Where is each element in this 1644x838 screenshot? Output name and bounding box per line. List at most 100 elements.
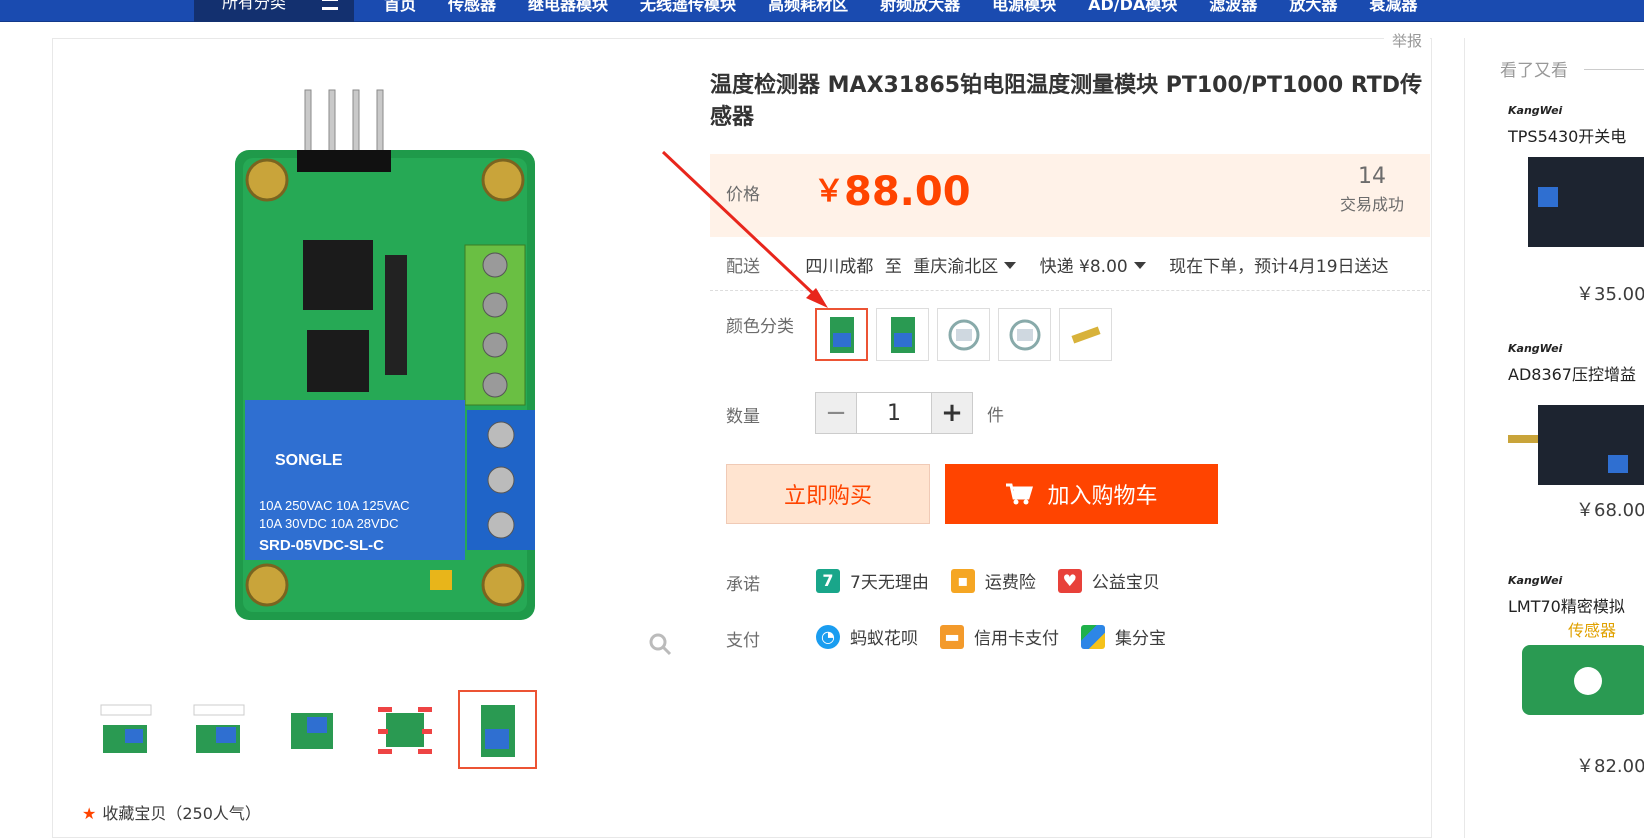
promise-label-2: 运费险 <box>984 573 1036 593</box>
price-amount: 88.00 <box>844 169 971 215</box>
menu-icon <box>322 0 338 10</box>
price-label: 价格 <box>726 185 760 205</box>
sales-count: 14 交易成功 <box>1340 164 1404 215</box>
report-link[interactable]: 举报 <box>1384 30 1431 51</box>
quantity-stepper: − + 件 <box>815 392 1004 434</box>
nav-item-wireless[interactable]: 无线遥传模块 <box>640 0 736 16</box>
thumbnail-5-selected[interactable] <box>458 690 537 769</box>
recommend-name-text: AD8367压控增益 <box>1508 365 1636 384</box>
heart-icon: ♥ <box>1057 568 1082 593</box>
product-title: 温度检测器 MAX31865铂电阻温度测量模块 PT100/PT1000 RTD… <box>710 73 1423 130</box>
svg-text:SRD-05VDC-SL-C: SRD-05VDC-SL-C <box>259 537 384 554</box>
divider <box>710 290 1430 291</box>
color-option-1-selected[interactable] <box>815 308 868 361</box>
sold-label: 交易成功 <box>1339 195 1404 214</box>
nav-item-amplifier[interactable]: 放大器 <box>1289 0 1337 16</box>
recommend-name: LMT70精密模拟 <box>1508 593 1644 617</box>
nav-links: 首页 传感器 继电器模块 无线遥传模块 高频耗材区 射频放大器 电源模块 AD/… <box>384 0 1417 16</box>
payment-label-2: 信用卡支付 <box>974 629 1059 649</box>
payment-label-3: 集分宝 <box>1115 629 1166 649</box>
color-option-3[interactable] <box>937 308 990 361</box>
thumbnail-1[interactable] <box>86 690 165 769</box>
recommend-item-3[interactable]: KangWei LMT70精密模拟 传感器 ￥82.00 <box>1508 574 1644 777</box>
brand-logo: KangWei <box>1508 342 1563 355</box>
cart-icon <box>1006 483 1034 505</box>
recommend-price: ￥68.00 <box>1576 500 1644 521</box>
recommend-name-text: LMT70精密模拟 <box>1508 597 1625 616</box>
favorite-link[interactable]: ★ 收藏宝贝（250人气） <box>82 800 261 824</box>
brand-logo: KangWei <box>1508 574 1563 587</box>
recommend-image <box>1508 405 1644 485</box>
thumbnail-2[interactable] <box>179 690 258 769</box>
recommend-price: ￥35.00 <box>1576 284 1644 305</box>
color-option-4[interactable] <box>998 308 1051 361</box>
nav-item-relay[interactable]: 继电器模块 <box>528 0 608 16</box>
color-option-2[interactable] <box>876 308 929 361</box>
nav-item-home[interactable]: 首页 <box>384 0 416 16</box>
ship-from: 四川成都 <box>805 257 874 277</box>
divider <box>1584 69 1644 70</box>
thumbnail-strip <box>86 690 537 769</box>
thumbnail-3[interactable] <box>272 690 351 769</box>
add-to-cart-label: 加入购物车 <box>1047 484 1158 509</box>
recommend-name: TPS5430开关电 <box>1508 123 1644 147</box>
top-nav-bar: 所有分类 首页 传感器 继电器模块 无线遥传模块 高频耗材区 射频放大器 电源模… <box>0 0 1644 22</box>
sold-count: 14 <box>1357 164 1386 189</box>
promise-label: 承诺 <box>726 575 760 595</box>
payment-jifenbao[interactable]: 集分宝 <box>1081 624 1166 649</box>
payment-credit-card[interactable]: ▬ 信用卡支付 <box>940 624 1059 649</box>
nav-item-rf-consumables[interactable]: 高频耗材区 <box>768 0 848 16</box>
promise-shipping-insurance[interactable]: ▪ 运费险 <box>950 568 1036 593</box>
quantity-label: 数量 <box>726 407 760 427</box>
buy-now-button[interactable]: 立即购买 <box>726 464 930 524</box>
add-to-cart-button[interactable]: 加入购物车 <box>945 464 1218 524</box>
nav-item-power[interactable]: 电源模块 <box>992 0 1056 16</box>
color-label: 颜色分类 <box>726 317 794 337</box>
payment-list: ◔ 蚂蚁花呗 ▬ 信用卡支付 集分宝 <box>816 624 1166 649</box>
express-fee-selector[interactable]: 快递 ¥8.00 <box>1040 257 1128 277</box>
main-product-image: SONGLE 10A 250VAC 10A 125VAC 10A 30VDC 1… <box>235 89 535 620</box>
recommend-name: AD8367压控增益 <box>1508 361 1644 385</box>
ship-to-word: 至 <box>884 257 902 277</box>
recommend-image <box>1522 645 1644 715</box>
recommend-price: ￥82.00 <box>1576 756 1644 777</box>
shipping-label: 配送 <box>726 257 760 277</box>
nav-item-sensors[interactable]: 传感器 <box>448 0 496 16</box>
svg-text:10A 250VAC 10A 125VAC: 10A 250VAC 10A 125VAC <box>259 498 410 513</box>
thumbnail-4[interactable] <box>365 690 444 769</box>
nav-item-attenuator[interactable]: 衰减器 <box>1369 0 1417 16</box>
promise-charity[interactable]: ♥ 公益宝贝 <box>1057 568 1160 593</box>
color-option-5[interactable] <box>1059 308 1112 361</box>
payment-label: 支付 <box>726 631 760 651</box>
price-box: 价格 ￥88.00 14 交易成功 <box>710 154 1430 237</box>
nav-item-rf-amplifier[interactable]: 射频放大器 <box>880 0 960 16</box>
seven-day-icon: 7 <box>816 568 840 593</box>
recommend-heading: 看了又看 <box>1500 61 1568 81</box>
shipping-row: 配送 四川成都 至 重庆渝北区 快递 ¥8.00 现在下单，预计4月19日送达 <box>726 252 1389 277</box>
zoom-icon[interactable] <box>648 632 672 656</box>
jifenbao-icon <box>1081 624 1105 649</box>
promise-7-day-return[interactable]: 7 7天无理由 <box>816 568 929 593</box>
quantity-input[interactable] <box>857 392 931 434</box>
credit-card-icon: ▬ <box>940 624 964 649</box>
currency-symbol: ￥ <box>814 174 844 209</box>
svg-text:SONGLE: SONGLE <box>275 452 343 469</box>
recommend-name-line2: 传感器 <box>1568 621 1617 640</box>
recommend-item-1[interactable]: KangWei TPS5430开关电 ￥35.00 <box>1508 104 1644 305</box>
chevron-down-icon[interactable] <box>1133 262 1146 269</box>
decrease-button[interactable]: − <box>815 392 857 434</box>
ship-to-selector[interactable]: 重庆渝北区 <box>913 257 998 277</box>
favorite-label: 收藏宝贝（250人气） <box>102 804 261 823</box>
delivery-estimate: 现在下单，预计4月19日送达 <box>1169 257 1389 277</box>
payment-huabei[interactable]: ◔ 蚂蚁花呗 <box>816 624 918 649</box>
recommend-item-2[interactable]: KangWei AD8367压控增益 ￥68.00 <box>1508 342 1644 521</box>
nav-item-filter[interactable]: 滤波器 <box>1209 0 1257 16</box>
increase-button[interactable]: + <box>931 392 973 434</box>
color-swatches <box>815 308 1112 361</box>
svg-text:10A 30VDC 10A 28VDC: 10A 30VDC 10A 28VDC <box>259 516 398 531</box>
truck-icon: ▪ <box>950 568 975 593</box>
chevron-down-icon[interactable] <box>1004 262 1017 269</box>
all-categories-button[interactable]: 所有分类 <box>194 0 354 22</box>
nav-item-adda[interactable]: AD/DA模块 <box>1088 0 1177 16</box>
quantity-unit: 件 <box>987 405 1004 426</box>
